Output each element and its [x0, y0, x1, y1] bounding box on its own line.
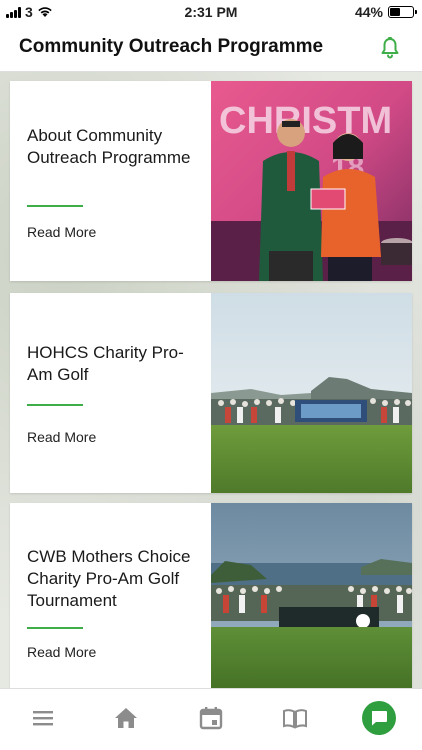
card-divider: [27, 205, 83, 207]
book-icon[interactable]: [282, 705, 308, 731]
home-icon[interactable]: [113, 705, 139, 731]
card-divider: [27, 627, 83, 629]
card-title: About Community Outreach Programme: [27, 126, 191, 167]
card-mothers-choice-golf[interactable]: CWB Mothers Choice Charity Pro-Am Golf T…: [10, 503, 412, 703]
card-about-programme[interactable]: About Community Outreach Programme Read …: [10, 81, 412, 281]
page-title: Community Outreach Programme: [19, 36, 324, 57]
app-header: Community Outreach Programme: [0, 24, 422, 72]
battery-level: [390, 8, 400, 16]
golf-group-photo: [211, 293, 412, 493]
read-more-link[interactable]: Read More: [27, 429, 96, 445]
card-text: About Community Outreach Programme Read …: [10, 81, 211, 281]
calendar-icon[interactable]: [198, 705, 224, 731]
battery-icon: [388, 6, 417, 18]
card-text: HOHCS Charity Pro-Am Golf Read More: [10, 293, 211, 493]
status-bar: 3 2:31 PM 44%: [0, 0, 422, 24]
golf-tournament-photo: [211, 503, 412, 703]
card-hohcs-golf[interactable]: HOHCS Charity Pro-Am Golf Read More: [10, 293, 412, 493]
card-text: CWB Mothers Choice Charity Pro-Am Golf T…: [10, 503, 211, 703]
chat-button[interactable]: [362, 701, 396, 735]
battery-area: 44%: [354, 4, 417, 20]
read-more-link[interactable]: Read More: [27, 644, 96, 660]
battery-percent: 44%: [354, 4, 383, 20]
christmas-award-photo: CHRISTM 18: [211, 81, 412, 281]
card-title: CWB Mothers Choice Charity Pro-Am Golf T…: [27, 547, 191, 610]
card-divider: [27, 404, 83, 406]
chat-icon: [372, 711, 387, 726]
bell-icon[interactable]: [378, 36, 402, 60]
bottom-nav: [0, 688, 422, 750]
card-title: HOHCS Charity Pro-Am Golf: [27, 343, 184, 384]
menu-icon[interactable]: [30, 705, 56, 731]
svg-text:CHRISTM: CHRISTM: [219, 100, 392, 142]
read-more-link[interactable]: Read More: [27, 224, 96, 240]
